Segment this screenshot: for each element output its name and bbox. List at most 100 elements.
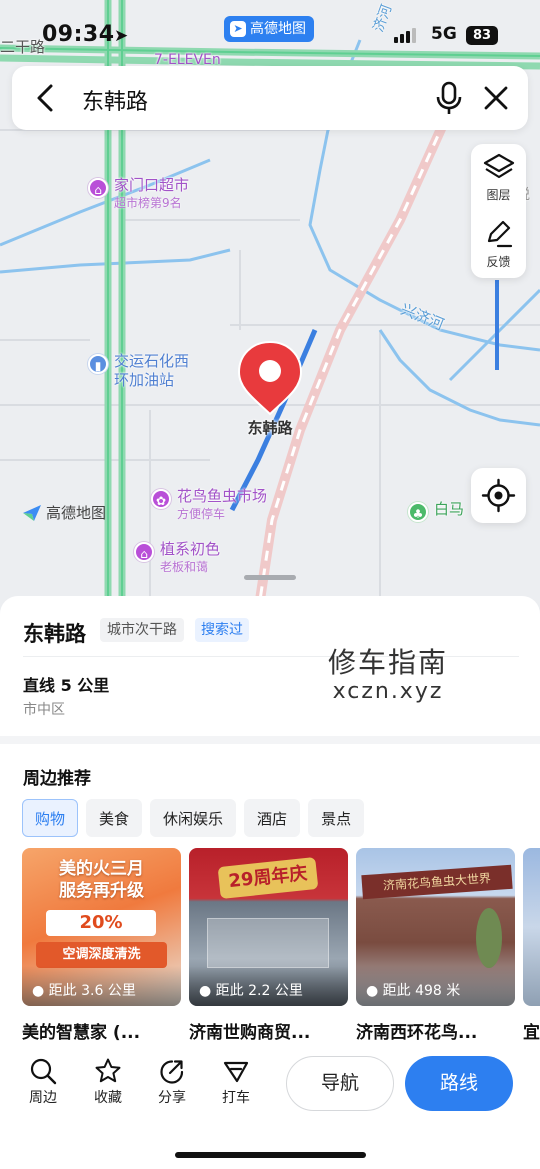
close-icon[interactable] <box>478 80 514 116</box>
poi-gas-station[interactable]: ▮ 交运石化西 环加油站 <box>88 352 189 390</box>
recommend-card-name: 美的智慧家 (... <box>22 1023 141 1043</box>
tree <box>476 908 502 968</box>
crosshair-icon <box>481 478 516 513</box>
nearby-label: 周边 <box>29 1090 57 1106</box>
tab-hotel[interactable]: 酒店 <box>244 799 301 837</box>
tab-food[interactable]: 美食 <box>86 799 143 837</box>
shopping-bag-icon: ⌂ <box>134 542 154 562</box>
flower-icon: ✿ <box>151 489 171 509</box>
edit-pen-icon <box>487 220 512 248</box>
ad-service: 空调深度清洗 <box>36 942 167 968</box>
bottom-action-bar: 周边 收藏 分享 打车 导航 路线 <box>0 1043 540 1169</box>
status-bar: 09:34 ➤ ➤ 高德地图 5G 83 <box>0 14 540 54</box>
taxi-label: 打车 <box>222 1090 250 1106</box>
share-label: 分享 <box>158 1090 186 1106</box>
signal-icon <box>394 28 416 43</box>
recommend-card-image <box>523 848 540 1006</box>
poi-name: 植系初色 <box>160 540 221 558</box>
poi-name: 花鸟鱼虫市场 <box>177 487 268 505</box>
distance-value: 距此 3.6 公里 <box>48 983 136 999</box>
recommend-carousel[interactable]: 美的火三月 服务再升级 20% 空调深度清洗 ● 距此 3.6 公里 美的智慧家 … <box>22 848 540 1048</box>
search-bar[interactable]: 东韩路 <box>12 66 528 130</box>
searched-badge: 搜索过 <box>195 618 249 642</box>
recommend-card[interactable]: 济南花鸟鱼虫大世界 ● 距此 498 米 济南西环花鸟... <box>356 848 515 1043</box>
recommend-card-image: 29周年庆 ● 距此 2.2 公里 <box>189 848 348 1006</box>
locate-me-button[interactable] <box>471 468 526 523</box>
location-pin-icon[interactable] <box>237 340 303 416</box>
ad-headline: 美的火三月 服务再升级 <box>59 859 144 901</box>
recommend-card[interactable]: 宜 <box>523 848 540 1043</box>
poi-supermarket[interactable]: ⌂ 家门口超市 超市榜第9名 <box>88 176 189 211</box>
nearby-button[interactable]: 周边 <box>20 1057 66 1107</box>
search-icon <box>30 1058 57 1085</box>
sheet-drag-handle[interactable] <box>244 575 296 580</box>
mall-facade <box>207 918 329 968</box>
category-tabs: 购物 美食 休闲娱乐 酒店 景点 <box>22 799 365 837</box>
poi-park[interactable]: ♣ 白马 <box>408 500 464 522</box>
distance-text: 直线 5 公里 <box>23 676 110 695</box>
watermark-line1: 修车指南 <box>327 646 448 679</box>
poi-name-line2: 环加油站 <box>114 371 175 389</box>
district-text: 市中区 <box>23 702 65 718</box>
layers-button[interactable]: 图层 <box>471 144 526 211</box>
share-icon <box>160 1060 184 1084</box>
clock: 09:34 <box>42 22 115 47</box>
taxi-icon <box>223 1061 249 1083</box>
recommend-card[interactable]: 29周年庆 ● 距此 2.2 公里 济南世购商贸... <box>189 848 348 1043</box>
feedback-button[interactable]: 反馈 <box>471 211 526 278</box>
feedback-label: 反馈 <box>486 255 511 269</box>
favorite-button[interactable]: 收藏 <box>85 1057 131 1107</box>
poi-plant-shop[interactable]: ⌂ 植系初色 老板和蔼 <box>134 540 220 575</box>
poi-flower-market[interactable]: ✿ 花鸟鱼虫市场 方便停车 <box>151 487 267 522</box>
watermark-line2: xczn.xyz <box>332 679 444 704</box>
distance-value: 距此 498 米 <box>382 983 461 999</box>
app-indicator-label: 高德地图 <box>250 21 306 37</box>
amap-logo: 高德地图 <box>22 502 106 523</box>
map-tools-panel: 图层 反馈 <box>471 144 526 278</box>
battery-icon: 83 <box>466 26 498 45</box>
tab-shopping[interactable]: 购物 <box>22 799 79 837</box>
location-arrow-icon: ➤ <box>114 26 129 46</box>
poi-sub: 方便停车 <box>177 507 226 521</box>
pin-label: 东韩路 <box>247 419 293 437</box>
tab-entertainment[interactable]: 休闲娱乐 <box>150 799 237 837</box>
taxi-button[interactable]: 打车 <box>213 1057 259 1107</box>
navigate-button[interactable]: 导航 <box>286 1056 394 1111</box>
microphone-icon[interactable] <box>432 80 466 116</box>
shopping-bag-icon: ⌂ <box>88 178 108 198</box>
star-icon <box>95 1058 121 1083</box>
recommend-card-distance: ● 距此 2.2 公里 <box>189 966 348 1006</box>
watermark: 修车指南 xczn.xyz <box>326 646 450 704</box>
poi-name: 家门口超市 <box>114 176 190 194</box>
place-info-card: 东韩路 城市次干路 搜索过 直线 5 公里 市中区 修车指南 xczn.xyz <box>0 596 540 736</box>
amap-logo-icon <box>23 504 41 521</box>
poi-name: 白马 <box>434 500 465 518</box>
market-sign: 济南花鸟鱼虫大世界 <box>361 864 513 900</box>
tab-attractions[interactable]: 景点 <box>308 799 365 837</box>
app-indicator[interactable]: ➤ 高德地图 <box>224 16 314 42</box>
amap-logo-text: 高德地图 <box>46 504 107 522</box>
section-title: 周边推荐 <box>23 769 91 789</box>
recommend-card-distance: ● 距此 498 米 <box>356 966 515 1006</box>
search-input[interactable]: 东韩路 <box>82 84 148 116</box>
anniversary-banner: 29周年庆 <box>217 856 319 900</box>
network-type: 5G <box>431 24 457 44</box>
amap-app-icon: ➤ <box>230 21 246 37</box>
layers-icon <box>483 153 514 179</box>
place-title: 东韩路 <box>23 622 86 646</box>
share-button[interactable]: 分享 <box>149 1057 195 1107</box>
recommend-card-distance: ● 距此 3.6 公里 <box>22 966 181 1006</box>
gas-station-icon: ▮ <box>88 354 108 374</box>
ad-discount: 20% <box>46 910 156 936</box>
road-type-badge: 城市次干路 <box>100 618 184 642</box>
layers-label: 图层 <box>486 188 511 202</box>
route-button[interactable]: 路线 <box>405 1056 513 1111</box>
park-icon: ♣ <box>408 502 428 522</box>
recommend-card-name: 济南世购商贸... <box>189 1023 311 1043</box>
back-arrow-icon[interactable] <box>28 80 64 116</box>
home-indicator <box>175 1152 366 1158</box>
poi-name: 交运石化西 <box>114 352 190 370</box>
recommend-card-image: 美的火三月 服务再升级 20% 空调深度清洗 ● 距此 3.6 公里 <box>22 848 181 1006</box>
recommend-card[interactable]: 美的火三月 服务再升级 20% 空调深度清洗 ● 距此 3.6 公里 美的智慧家 … <box>22 848 181 1043</box>
recommend-card-name: 宜 <box>523 1023 540 1043</box>
